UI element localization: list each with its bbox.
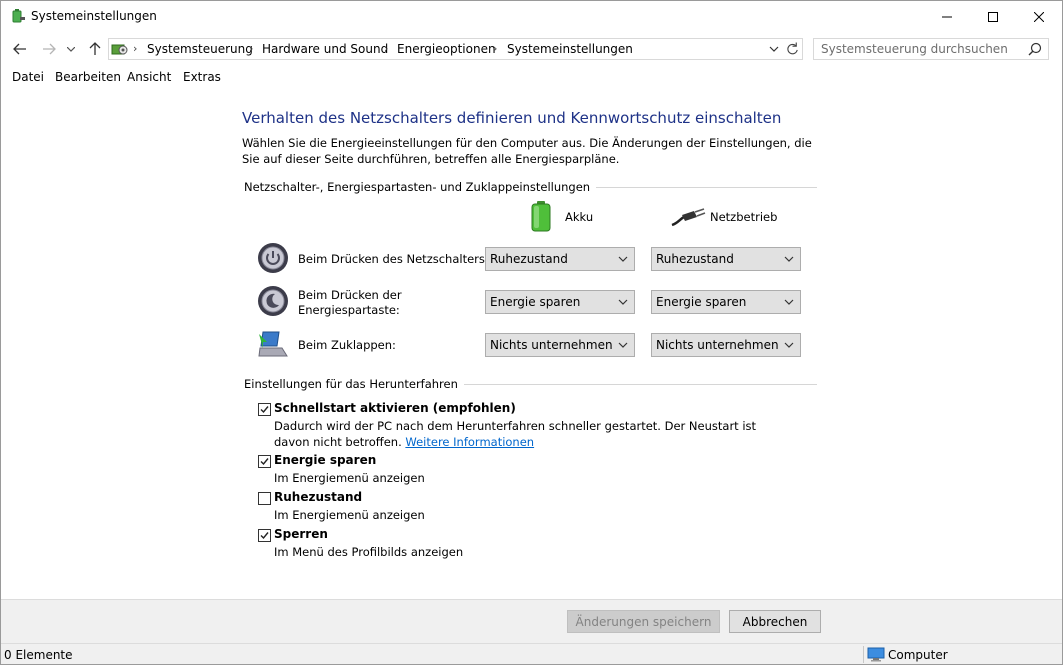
row-label-lid-close: Beim Zuklappen: [298, 338, 396, 352]
close-button[interactable] [1016, 1, 1062, 32]
laptop-lid-icon [258, 331, 288, 357]
recent-locations-button[interactable] [64, 38, 78, 60]
row-label-power-button: Beim Drücken des Netzschalters: [298, 252, 489, 266]
back-button[interactable] [10, 38, 30, 60]
menu-bearbeiten[interactable]: Bearbeiten [55, 70, 121, 84]
select-value: Nichts unternehmen [656, 338, 779, 352]
lid-close-battery-select[interactable]: Nichts unternehmen [485, 333, 635, 357]
cancel-button[interactable]: Abbrechen [729, 610, 821, 633]
column-header-plugged-in: Netzbetrieb [710, 210, 778, 224]
main-content: Verhalten des Netzschalters definieren u… [1, 90, 1062, 599]
save-changes-button[interactable]: Änderungen speichern [567, 610, 720, 633]
status-item-count: 0 Elemente [4, 648, 73, 662]
minimize-button[interactable] [924, 1, 970, 32]
address-bar[interactable]: › Systemsteuerung › Hardware und Sound ›… [108, 38, 803, 60]
power-plug-icon [671, 208, 706, 227]
hibernate-menu-checkbox[interactable] [258, 492, 271, 505]
power-button-plugged-select[interactable]: Ruhezustand [651, 247, 801, 271]
minimize-icon [942, 16, 952, 17]
search-icon[interactable] [1028, 42, 1042, 56]
arrow-up-icon [89, 42, 101, 55]
close-icon [1034, 11, 1044, 22]
select-value: Ruhezustand [490, 252, 568, 266]
row-label-sleep-button: Beim Drücken der Energiespartaste: [298, 288, 402, 317]
more-info-link[interactable]: Weitere Informationen [405, 435, 534, 449]
lock-menu-description: Im Menü des Profilbilds anzeigen [274, 545, 464, 559]
sleep-button-battery-select[interactable]: Energie sparen [485, 290, 635, 314]
breadcrumb-systemsteuerung[interactable]: Systemsteuerung [147, 42, 253, 56]
title-bar: Systemeinstellungen [1, 1, 1062, 32]
chevron-down-icon [67, 46, 75, 52]
menu-datei[interactable]: Datei [12, 70, 44, 84]
battery-icon [531, 201, 551, 232]
window: Systemeinstellungen › Systemsteuerung › … [0, 0, 1063, 665]
chevron-down-icon [784, 299, 794, 305]
lock-menu-checkbox[interactable] [258, 529, 271, 542]
status-divider [863, 646, 864, 663]
window-title: Systemeinstellungen [31, 9, 157, 23]
chevron-down-icon [618, 256, 628, 262]
power-button-icon [258, 243, 288, 273]
navigation-bar: › Systemsteuerung › Hardware und Sound ›… [1, 34, 1062, 64]
select-value: Energie sparen [490, 295, 581, 309]
section-title-buttons: Netzschalter-, Energiespartasten- und Zu… [244, 180, 597, 194]
sleep-button-plugged-select[interactable]: Energie sparen [651, 290, 801, 314]
fast-startup-label[interactable]: Schnellstart aktivieren (empfohlen) [274, 401, 516, 415]
power-button-battery-select[interactable]: Ruhezustand [485, 247, 635, 271]
breadcrumb-energieoptionen[interactable]: Energieoptionen [397, 42, 496, 56]
refresh-icon[interactable] [784, 41, 800, 57]
control-panel-icon [111, 44, 128, 55]
checkmark-icon [260, 406, 269, 414]
forward-button[interactable] [39, 38, 59, 60]
chevron-down-icon [618, 342, 628, 348]
status-location: Computer [888, 648, 948, 662]
breadcrumb-systemeinstellungen[interactable]: Systemeinstellungen [507, 42, 633, 56]
sleep-menu-description: Im Energiemenü anzeigen [274, 471, 425, 485]
hibernate-menu-description: Im Energiemenü anzeigen [274, 508, 425, 522]
lid-close-plugged-select[interactable]: Nichts unternehmen [651, 333, 801, 357]
sleep-menu-checkbox[interactable] [258, 455, 271, 468]
status-bar: 0 Elemente Computer [1, 643, 1062, 664]
power-options-icon [12, 9, 25, 23]
column-header-battery: Akku [565, 210, 594, 224]
select-value: Nichts unternehmen [490, 338, 613, 352]
breadcrumb-separator: › [249, 42, 254, 55]
sleep-button-icon [258, 286, 288, 316]
fast-startup-description: Dadurch wird der PC nach dem Herunterfah… [274, 418, 794, 450]
chevron-down-icon [784, 342, 794, 348]
hibernate-menu-label[interactable]: Ruhezustand [274, 490, 362, 504]
arrow-right-icon [43, 43, 56, 55]
fast-startup-checkbox[interactable] [258, 403, 271, 416]
checkmark-icon [260, 532, 269, 540]
breadcrumb-hardware-und-sound[interactable]: Hardware und Sound [262, 42, 388, 56]
page-description: Wählen Sie die Energieeinstellungen für … [242, 136, 812, 166]
select-value: Ruhezustand [656, 252, 734, 266]
search-input[interactable] [821, 41, 1021, 57]
footer: Änderungen speichern Abbrechen [1, 599, 1062, 643]
sleep-menu-label[interactable]: Energie sparen [274, 453, 376, 467]
breadcrumb-separator: › [493, 42, 498, 55]
lock-menu-label[interactable]: Sperren [274, 527, 328, 541]
computer-icon [867, 647, 885, 662]
arrow-left-icon [13, 43, 26, 55]
select-value: Energie sparen [656, 295, 747, 309]
menu-bar: Datei Bearbeiten Ansicht Extras [1, 67, 1062, 89]
section-title-shutdown: Einstellungen für das Herunterfahren [244, 377, 464, 391]
checkmark-icon [260, 458, 269, 466]
address-dropdown-icon[interactable] [768, 42, 780, 56]
breadcrumb-separator: › [384, 42, 389, 55]
maximize-icon [988, 11, 998, 22]
menu-extras[interactable]: Extras [183, 70, 221, 84]
breadcrumb-separator: › [133, 42, 138, 55]
search-box[interactable] [813, 38, 1049, 60]
chevron-down-icon [784, 256, 794, 262]
chevron-down-icon [618, 299, 628, 305]
page-title: Verhalten des Netzschalters definieren u… [242, 109, 782, 127]
menu-ansicht[interactable]: Ansicht [127, 70, 171, 84]
maximize-button[interactable] [970, 1, 1016, 32]
up-button[interactable] [85, 38, 105, 60]
